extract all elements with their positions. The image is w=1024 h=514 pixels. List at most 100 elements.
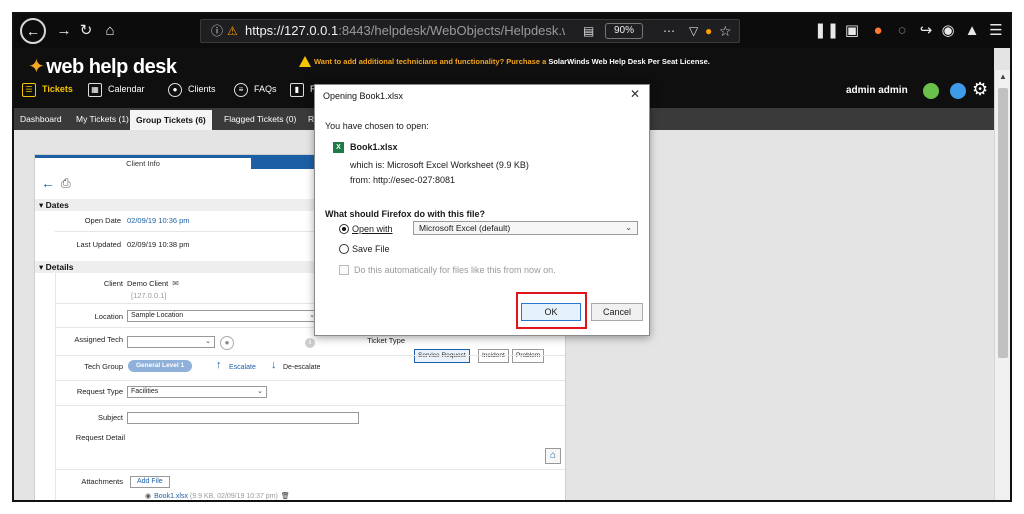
subtab-dashboard[interactable]: Dashboard [20,108,62,130]
ticket-type-problem[interactable]: Problem [512,349,545,363]
scroll-thumb[interactable] [998,88,1008,358]
cancel-button[interactable]: Cancel [591,303,643,321]
last-updated-value: 02/09/19 10:38 pm [127,240,190,249]
reader-view-icon[interactable]: ▤ [583,20,594,42]
forward-icon[interactable]: → [52,14,76,48]
back-button[interactable]: ← [20,18,46,44]
open-with-app: Microsoft Excel (default) [419,223,511,233]
location-label: Location [94,312,123,321]
chosen-label: You have chosen to open: [325,121,429,131]
zoom-level[interactable]: 90% [605,23,644,39]
close-icon[interactable]: ✕ [630,87,640,101]
row-divider [55,469,565,470]
file-name: Book1.xlsx [350,142,398,152]
print-icon[interactable]: ⎙ [61,175,71,191]
nav-calendar[interactable]: ▦ Calendar [88,78,145,100]
arrow-up-icon[interactable]: ↑ [216,358,222,372]
tab-client-info[interactable]: Client Info [35,155,251,169]
app-logo[interactable]: ✦ web help desk [28,54,177,79]
addon-plug-icon[interactable]: ↪ [914,14,938,48]
auto-checkbox[interactable] [339,265,349,275]
arrow-down-icon[interactable]: ↓ [271,358,277,372]
dialog-question: What should Firefox do with this file? [325,209,485,219]
assigned-tech-select[interactable]: ⌄ [127,336,215,348]
client-label: Client [103,279,123,288]
add-file-button[interactable]: Add File [130,476,170,488]
open-with-radio[interactable] [339,224,349,234]
nav-tickets[interactable]: ☰ Tickets [22,78,73,100]
ticket-type-incident[interactable]: Incident [478,349,509,363]
tickets-icon: ☰ [22,82,36,97]
scroll-up-icon[interactable]: ▲ [995,70,1010,84]
save-file-radio[interactable] [339,244,349,254]
status-badge-icon[interactable] [923,83,939,99]
attachment-item: ◉ Book1.xlsx (9.9 KB, 02/09/19 10:37 pm) 🗑 [145,492,290,500]
dialog-title: Opening Book1.xlsx [323,91,404,101]
subtab-group-tickets[interactable]: Group Tickets (6) [130,110,212,130]
request-type-value: Facilities [131,388,159,395]
subtab-my-tickets[interactable]: My Tickets (1) [76,108,129,130]
subtab-flagged-tickets[interactable]: Flagged Tickets (0) [224,108,296,130]
addon-icon[interactable]: ○ [890,14,914,48]
open-date-label: Open Date [84,216,121,225]
trash-icon[interactable]: 🗑 [281,493,290,500]
account-icon[interactable]: ◉ [936,14,960,48]
menu-icon[interactable]: ☰ [984,14,1008,48]
warning-icon [299,56,311,67]
nav-faqs-label: FAQs [254,84,277,94]
pocket-icon[interactable]: ▽ [689,20,698,42]
library-icon[interactable]: ❚❚ [814,14,839,48]
url-text[interactable]: https://127.0.0.1:8443/helpdesk/WebObjec… [245,20,565,42]
home-icon[interactable]: ⌂ [98,14,122,48]
info-icon[interactable]: ⓘ [211,20,223,42]
ticket-type-service-request[interactable]: Service Request [414,349,470,363]
assign-tech-icon[interactable]: ● [220,336,234,350]
chevron-down-icon: ⌄ [257,388,263,395]
tech-group-badge[interactable]: General Level 1 [128,360,193,372]
nav-clients[interactable]: ● Clients [168,78,216,100]
client-ip: [127.0.0.1] [131,291,167,300]
client-value[interactable]: Demo Client ✉ [127,279,179,288]
deescalate-link[interactable]: De-escalate [283,364,320,371]
client-name[interactable]: Demo Client [127,279,168,288]
open-with-select[interactable]: Microsoft Excel (default) ⌄ [413,221,638,235]
url-host: https://127.0.0.1 [245,23,339,38]
open-file-dialog: Opening Book1.xlsx ✕ You have chosen to … [314,84,650,336]
save-file-label[interactable]: Save File [352,244,390,254]
user-name[interactable]: admin admin [846,84,908,98]
attachment-link[interactable]: Book1.xlsx [154,493,188,500]
gear-icon[interactable]: ⚙ [972,78,988,100]
attachment-meta: (9.9 KB, 02/09/19 10:37 pm) [189,493,278,500]
subject-input[interactable] [127,412,359,424]
user-avatar-icon[interactable] [950,83,966,99]
banner-link[interactable]: SolarWinds Web Help Desk Per Seat Licens… [548,57,710,66]
escalate-link[interactable]: Escalate [229,364,256,371]
upload-icon[interactable]: ▲ [960,14,984,48]
mail-icon[interactable]: ✉ [172,279,179,288]
lock-icon[interactable]: ⌂ [545,448,561,464]
open-date-value[interactable]: 02/09/19 10:36 pm [127,216,190,225]
tracking-shield-icon[interactable]: ● [705,20,712,42]
nav-tickets-label: Tickets [42,84,73,94]
ok-button[interactable]: OK [521,303,581,321]
url-bar[interactable]: ⓘ ⚠ https://127.0.0.1:8443/helpdesk/WebO… [200,19,740,43]
file-type: which is: Microsoft Excel Worksheet (9.9… [350,160,529,170]
license-banner[interactable]: Want to add additional technicians and f… [314,57,710,66]
addon-fox-icon[interactable]: ● [866,14,890,48]
nav-faqs[interactable]: ≡ FAQs [234,78,277,100]
info-icon[interactable]: i [305,338,315,348]
attachments-label: Attachments [81,477,123,486]
bookmark-star-icon[interactable]: ☆ [719,20,732,42]
open-with-label[interactable]: Open with [352,224,393,234]
request-type-select[interactable]: Facilities ⌄ [127,386,267,398]
row-divider [55,380,565,381]
location-select[interactable]: Sample Location ⌄ [127,310,319,322]
reload-icon[interactable]: ↻ [74,14,98,48]
page-scrollbar[interactable]: ▲ [994,70,1010,500]
page-actions-icon[interactable]: ⋯ [663,20,677,42]
clients-icon: ● [168,82,182,97]
sidebar-icon[interactable]: ▣ [840,14,864,48]
insecure-lock-icon[interactable]: ⚠ [227,20,238,42]
back-arrow-icon[interactable]: ← [41,175,55,191]
chevron-down-icon: ⌄ [625,223,632,232]
